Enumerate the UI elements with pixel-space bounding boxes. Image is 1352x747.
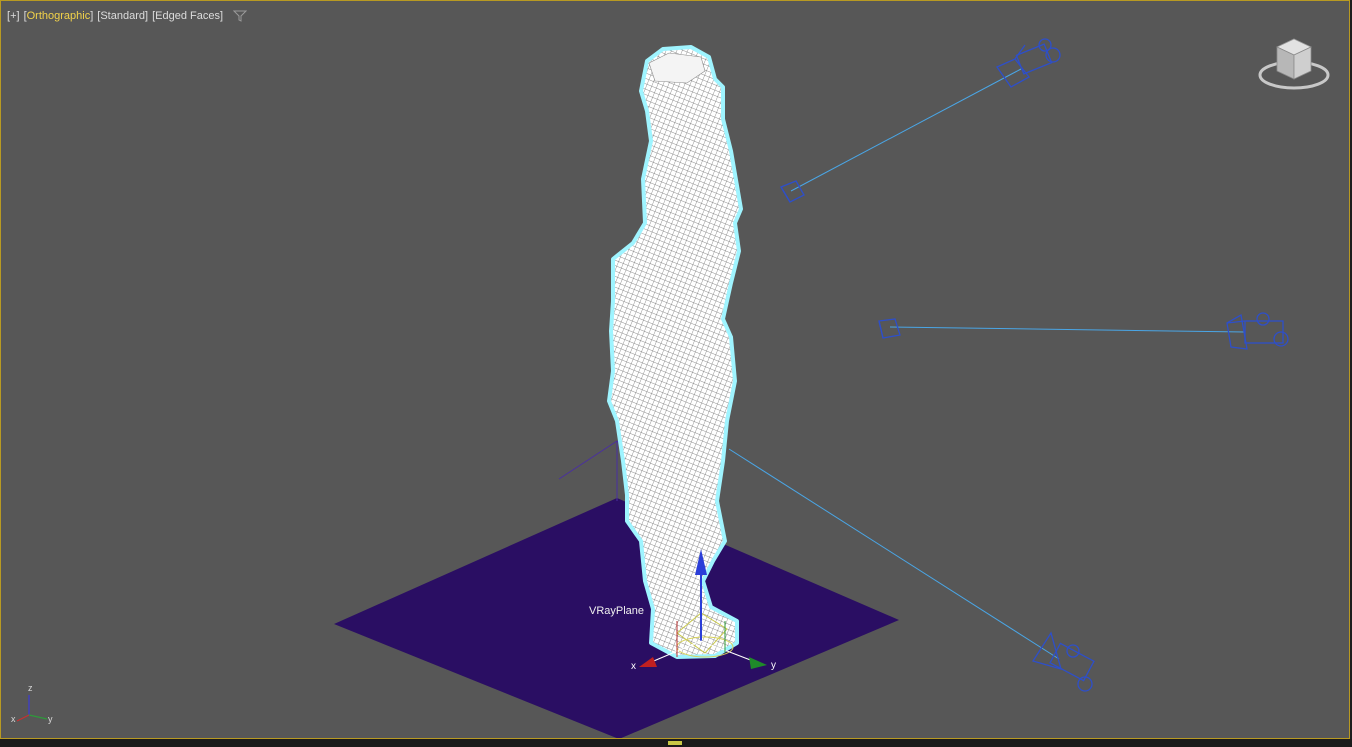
gizmo-x-label: x (631, 661, 636, 672)
perspective-viewport[interactable]: [+] [Orthographic] [Standard] [Edged Fac… (0, 0, 1350, 739)
gizmo-y-label: y (771, 660, 776, 671)
view-label: Orthographic (26, 10, 91, 22)
bottom-strip (0, 739, 1352, 747)
viewcube-icon[interactable] (1257, 35, 1331, 95)
camera-target-2[interactable] (878, 318, 901, 339)
viewport-point-of-view-menu[interactable]: [Orthographic] (24, 10, 94, 22)
viewport-edges-menu[interactable]: [Edged Faces] (152, 10, 223, 22)
edges-label: Edged Faces (155, 10, 220, 22)
viewport-shading-menu[interactable]: [Standard] (97, 10, 148, 22)
bottom-marker (668, 741, 682, 745)
shading-label: Standard (100, 10, 145, 22)
triad-z-label: z (28, 683, 33, 693)
object-name-label: VRayPlane (589, 605, 645, 617)
camera-1[interactable] (996, 38, 1061, 88)
triad-y-label: y (48, 714, 53, 724)
triad-x-label: x (11, 714, 16, 724)
camera-target-lines (728, 68, 1246, 660)
scene-canvas[interactable] (1, 1, 1350, 739)
plus-label: + (10, 10, 17, 22)
world-axis-triad: z x y (11, 683, 53, 724)
camera-2[interactable] (1226, 312, 1289, 350)
vray-plane[interactable] (334, 498, 899, 739)
camera-target-1[interactable] (780, 180, 805, 203)
viewport-menu-plus[interactable]: [+] (7, 10, 20, 22)
filter-icon[interactable] (233, 10, 248, 22)
camera-3[interactable] (1031, 631, 1095, 692)
viewport-label-bar: [+] [Orthographic] [Standard] [Edged Fac… (7, 8, 248, 24)
